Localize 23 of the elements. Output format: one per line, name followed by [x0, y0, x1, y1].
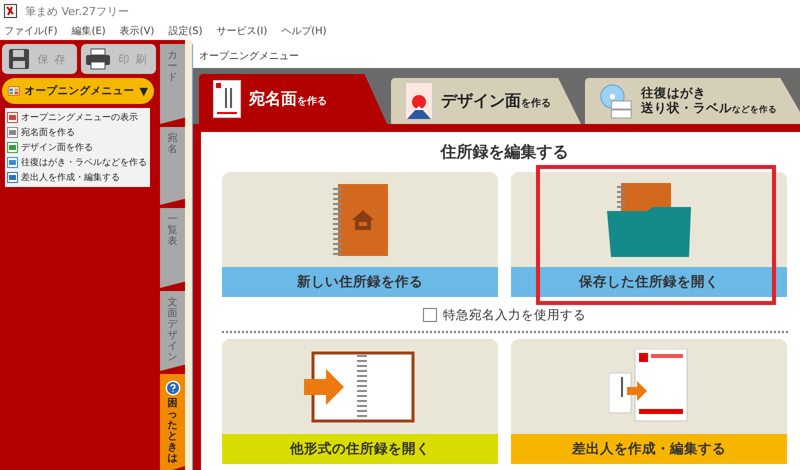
menu-card[interactable]: 差出人を作成・編集する [511, 339, 787, 464]
menu-item[interactable]: ヘルプ(H) [281, 24, 327, 38]
window-title: 筆まめ Ver.27フリー [25, 4, 129, 18]
section-heading: 住所録を編集する [440, 142, 568, 163]
tab[interactable]: デザイン面を作る [391, 78, 581, 124]
tab[interactable]: 宛名面を作る [199, 74, 387, 124]
menu-item[interactable]: 表示(V) [120, 24, 154, 38]
menu-card[interactable]: 他形式の住所録を開く [222, 339, 498, 464]
menu-list-item[interactable]: 往復はがき・ラベルなどを作る [7, 155, 148, 170]
menu-card[interactable]: 新しい住所録を作る [222, 172, 498, 297]
menu-item[interactable]: 編集(E) [72, 24, 106, 38]
express-input-checkbox[interactable]: 特急宛名入力を使用する [423, 303, 586, 327]
menu-list-item[interactable]: 差出人を作成・編集する [7, 170, 148, 185]
menu-list-item[interactable]: オープニングメニューの表示 [7, 110, 148, 125]
menu-list-item[interactable]: デザイン面を作る [7, 140, 148, 155]
menu-item[interactable]: 設定(S) [168, 24, 202, 38]
help-tab[interactable]: 困ったときは [160, 374, 185, 470]
opening-menu-button[interactable]: オープニングメニュー ▼ [2, 78, 154, 104]
menu-card[interactable]: 保存した住所録を開く [511, 172, 787, 297]
menu-item[interactable]: サービス(I) [216, 24, 268, 38]
menu-item[interactable]: ファイル(F) [4, 24, 58, 38]
menu-list-item[interactable]: 宛名面を作る [7, 125, 148, 140]
tab[interactable]: 往復はがき 送り状・ラベルなどを作る [585, 78, 800, 124]
